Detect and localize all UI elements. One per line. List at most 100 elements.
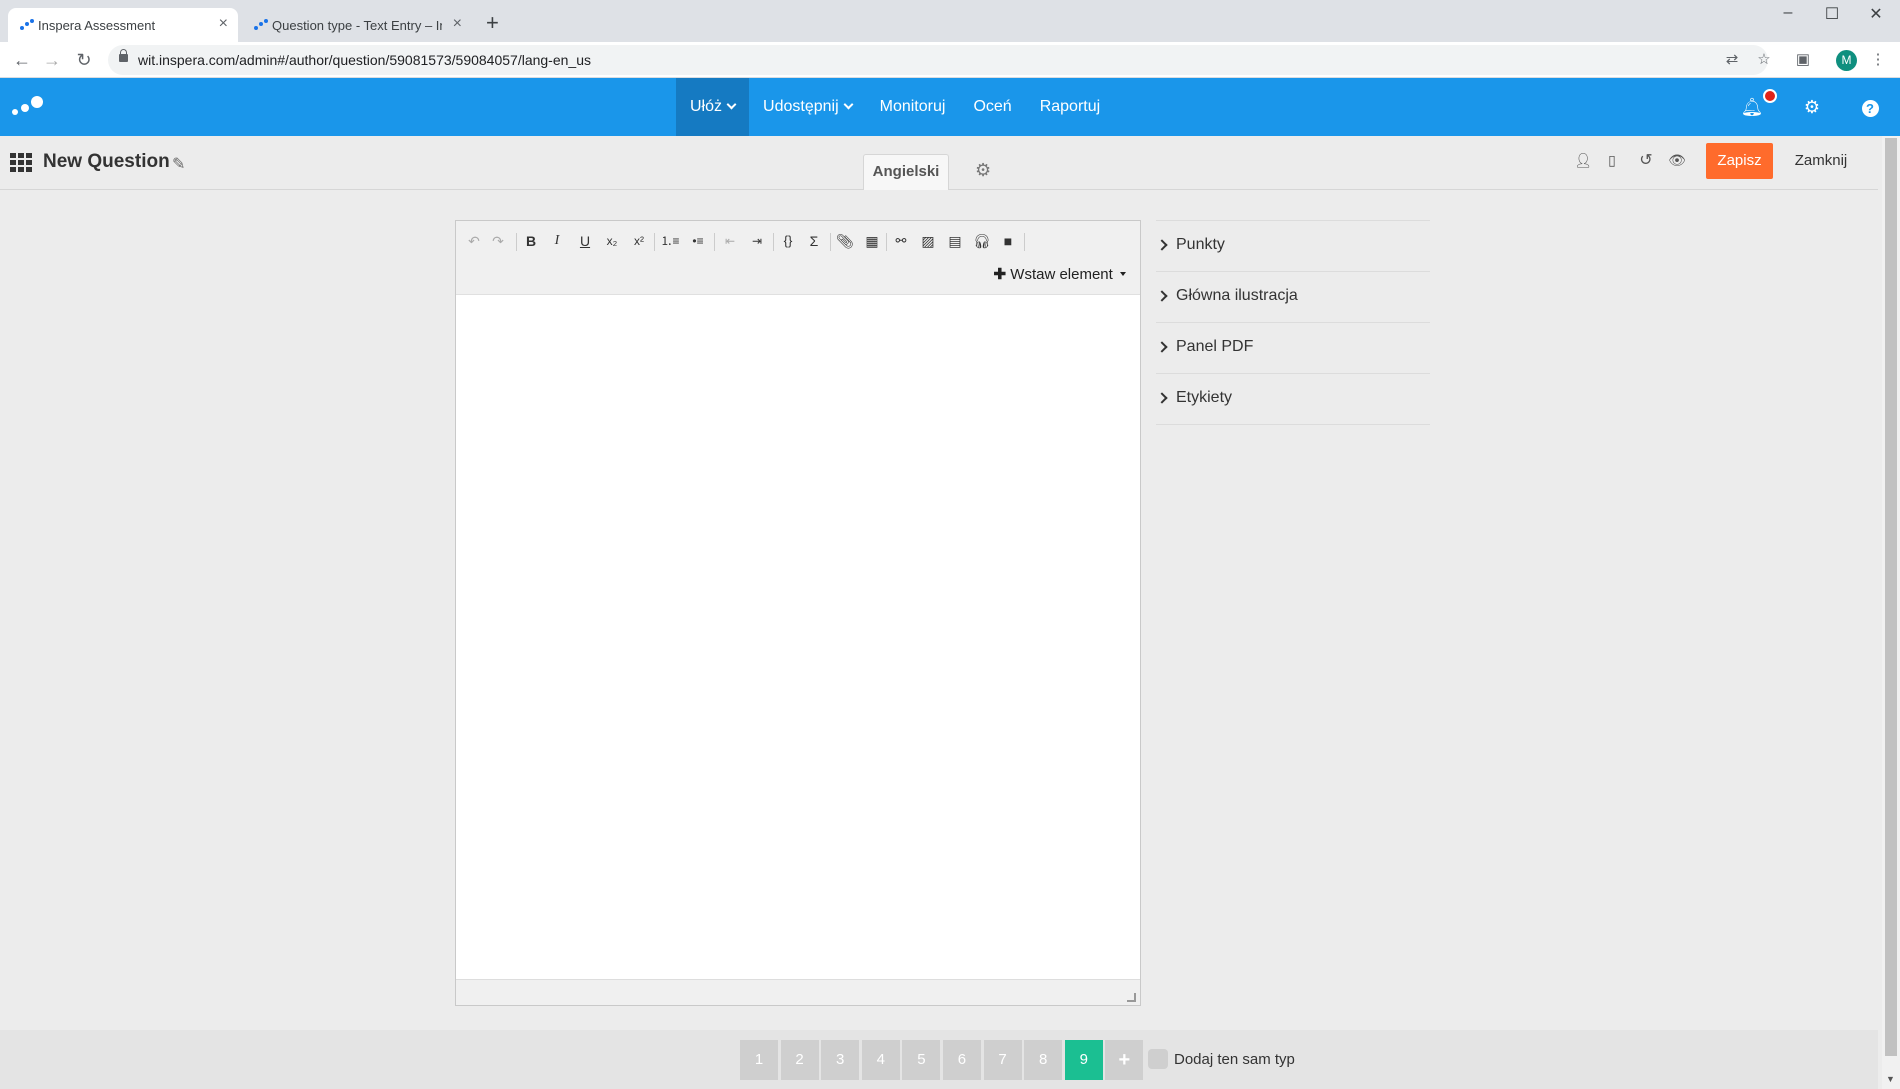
browser-tabstrip: Inspera Assessment × Question type - Tex… [0,0,1900,42]
scrollbar-thumb[interactable] [1885,138,1897,1056]
nav-item-raportuj[interactable]: Raportuj [1026,78,1114,136]
paperclip-icon[interactable]: 📎︎ [835,231,855,251]
chevron-down-icon [843,99,854,110]
pdf-file-icon[interactable]: ▤ [945,231,965,251]
save-button[interactable]: Zapisz [1706,143,1773,179]
add-question-button[interactable]: + [1105,1040,1144,1080]
sigma-math-icon[interactable]: Σ [804,231,824,251]
toolbar-divider [516,233,517,251]
undo-icon[interactable]: ↶ [464,231,484,251]
editor-toolbar: ↶ ↷ B I U x₂ x² ⒈≡ •≡ ⇤ ⇥ {} Σ 📎︎ ▦ ⚯ ▨ … [456,221,1140,295]
translate-icon[interactable]: ⇄ [1722,50,1742,70]
nav-item-monitoruj[interactable]: Monitoruj [866,78,960,136]
question-subheader: New Question ✎ Angielski ⚙ 👤︎ ▯ ↺ 👁︎ Zap… [0,136,1878,190]
toolbar-divider [830,233,831,251]
insert-element-dropdown[interactable]: ✚ Wstaw element [994,265,1126,283]
subscript-icon[interactable]: x₂ [602,231,622,251]
toolbar-divider [714,233,715,251]
page-button-3[interactable]: 3 [821,1040,860,1080]
nav-item-ocen[interactable]: Oceń [959,78,1025,136]
accordion-label: Panel PDF [1176,338,1254,355]
browser-menu-icon[interactable]: ⋮ [1868,50,1888,70]
redo-icon[interactable]: ↷ [488,231,508,251]
indent-icon[interactable]: ⇥ [747,231,767,251]
new-tab-button[interactable]: + [486,12,499,34]
document-icon[interactable]: ▯ [1603,152,1621,169]
ordered-list-icon[interactable]: ⒈≡ [660,231,680,251]
tab-title: Inspera Assessment [38,17,156,33]
inspera-logo-icon[interactable] [12,96,48,118]
page-button-4[interactable]: 4 [861,1040,900,1080]
scroll-down-arrow-icon[interactable]: ▼ [1886,1074,1895,1084]
accordion-label: Punkty [1176,236,1225,253]
superscript-icon[interactable]: x² [629,231,649,251]
extensions-icon[interactable]: ▣ [1793,50,1813,70]
history-icon[interactable]: ↺ [1637,150,1655,170]
reload-icon[interactable]: ↻ [72,48,96,72]
accordion-item-glowna-ilustracja[interactable]: Główna ilustracja [1156,272,1430,323]
page-button-7[interactable]: 7 [983,1040,1022,1080]
link-icon[interactable]: ⚯ [891,231,911,251]
unordered-list-icon[interactable]: •≡ [688,231,708,251]
preview-eye-icon[interactable]: 👁︎ [1668,152,1686,169]
browser-toolbar: ← → ↻ wit.inspera.com/admin#/author/ques… [0,42,1900,78]
accordion-label: Główna ilustracja [1176,287,1298,304]
close-tab-icon[interactable]: × [453,16,462,32]
bookmark-star-icon[interactable]: ☆ [1754,50,1774,70]
forward-arrow-icon[interactable]: → [40,48,64,72]
help-icon[interactable]: ? [1858,95,1882,119]
nav-label: Udostępnij [763,98,839,115]
chevron-right-icon [1156,290,1168,302]
close-button[interactable]: Zamknij [1788,143,1854,179]
main-nav: Ułóż Udostępnij Monitoruj Oceń Raportuj [676,78,1114,136]
bell-icon[interactable]: 🔔︎ [1740,95,1764,119]
browser-tab-inspera[interactable]: Inspera Assessment × [8,8,238,42]
notification-badge [1763,89,1777,103]
lock-icon [119,49,128,62]
accordion-item-etykiety[interactable]: Etykiety [1156,374,1430,425]
same-type-checkbox[interactable] [1148,1049,1168,1069]
image-icon[interactable]: ▨ [918,231,938,251]
profile-avatar[interactable]: M [1836,50,1857,71]
bold-icon[interactable]: B [521,231,541,251]
accordion-item-panel-pdf[interactable]: Panel PDF [1156,323,1430,374]
video-camera-icon[interactable]: ■ [998,231,1018,251]
page-button-1[interactable]: 1 [740,1040,778,1080]
address-bar[interactable]: wit.inspera.com/admin#/author/question/5… [108,45,1768,75]
nav-item-uloz[interactable]: Ułóż [676,78,750,136]
chevron-right-icon [1156,239,1168,251]
nav-label: Monitoruj [879,98,946,115]
inspera-favicon-icon [254,19,268,31]
nav-item-udostepnij[interactable]: Udostępnij [749,78,866,136]
edit-title-pencil-icon[interactable]: ✎ [172,154,185,174]
code-braces-icon[interactable]: {} [778,231,798,251]
editor-content-area[interactable] [456,295,1140,979]
language-settings-gear-icon[interactable]: ⚙ [975,160,991,181]
minimize-window-button[interactable]: – [1768,4,1808,22]
maximize-window-button[interactable]: ☐ [1812,4,1852,24]
question-pager-bar: 1 2 3 4 5 6 7 8 9 + Dodaj ten sam typ [0,1030,1878,1089]
nav-label: Ułóż [690,98,723,115]
italic-icon[interactable]: I [547,231,567,251]
close-tab-icon[interactable]: × [219,16,228,32]
browser-tab-question-type[interactable]: Question type - Text Entry – Insp × [242,8,472,42]
app-header: Ułóż Udostępnij Monitoruj Oceń Raportuj … [0,78,1900,136]
resize-handle-icon[interactable] [1127,993,1136,1002]
page-button-5[interactable]: 5 [902,1040,941,1080]
audio-headphones-icon[interactable]: 🎧︎ [972,231,992,251]
add-same-type-option[interactable]: Dodaj ten sam typ [1148,1049,1295,1069]
close-window-button[interactable]: ✕ [1856,4,1896,24]
gear-icon[interactable]: ⚙ [1800,95,1824,119]
page-button-8[interactable]: 8 [1024,1040,1063,1080]
language-tab-angielski[interactable]: Angielski [863,154,949,190]
table-icon[interactable]: ▦ [862,231,882,251]
page-button-9[interactable]: 9 [1064,1040,1103,1080]
page-button-6[interactable]: 6 [942,1040,981,1080]
grid-menu-icon[interactable] [10,153,32,173]
outdent-icon[interactable]: ⇤ [720,231,740,251]
underline-icon[interactable]: U [575,231,595,251]
page-button-2[interactable]: 2 [780,1040,819,1080]
person-icon[interactable]: 👤︎ [1574,152,1592,169]
back-arrow-icon[interactable]: ← [10,48,34,72]
accordion-item-punkty[interactable]: Punkty [1156,221,1430,272]
